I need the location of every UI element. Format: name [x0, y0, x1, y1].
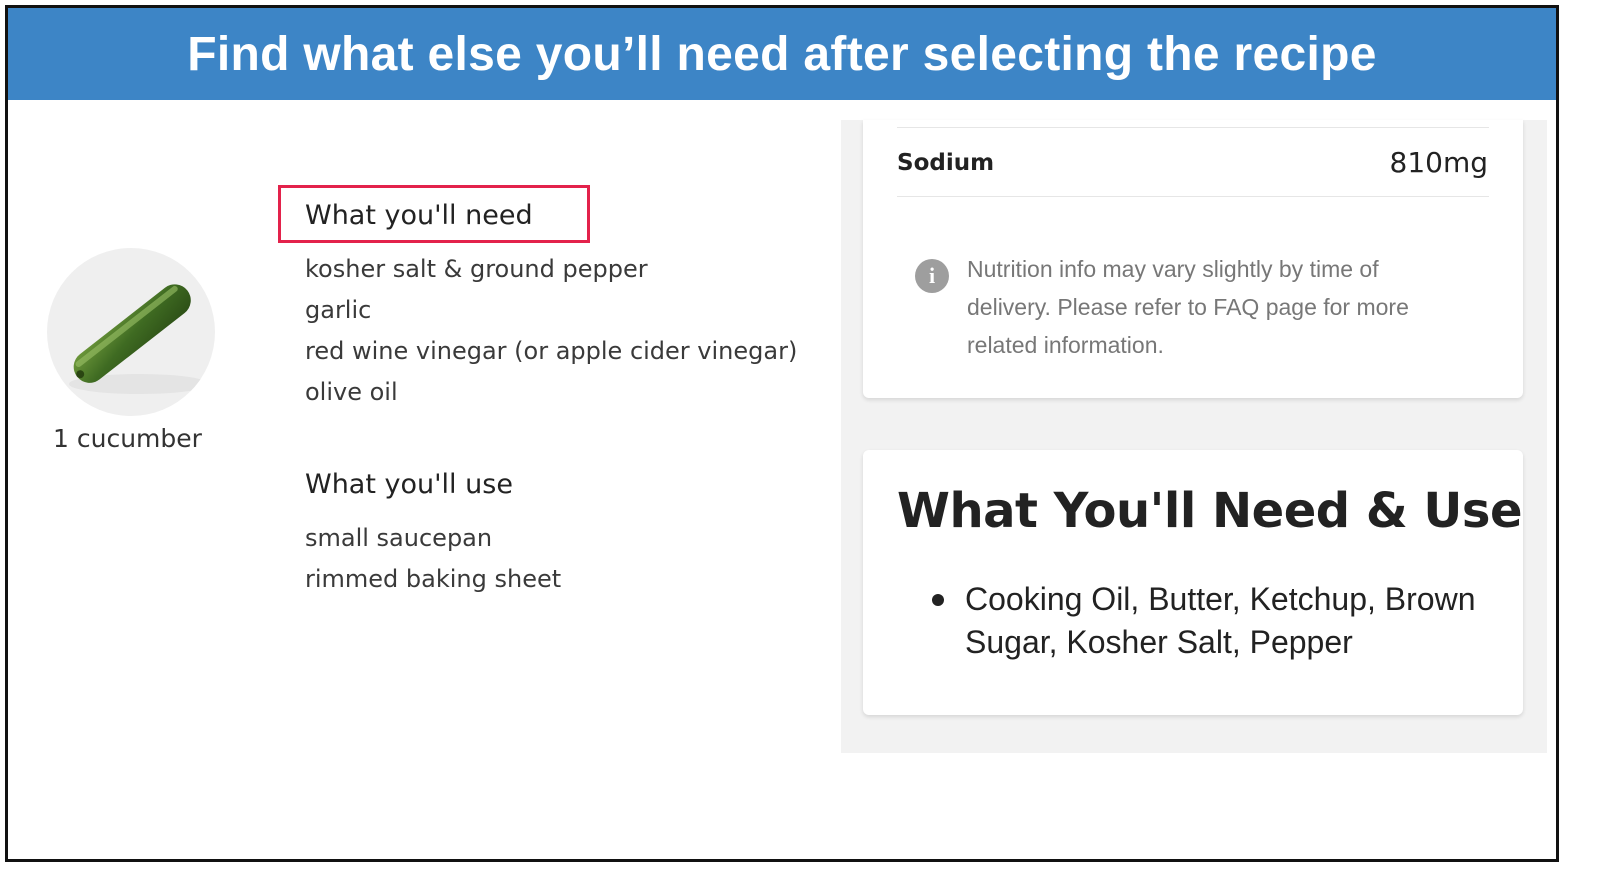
use-item: small saucepan [305, 524, 493, 552]
need-use-title: What You'll Need & Use [897, 483, 1523, 539]
sodium-label: Sodium [897, 150, 995, 176]
use-item: rimmed baking sheet [305, 565, 562, 593]
need-item: red wine vinegar (or apple cider vinegar… [305, 337, 798, 365]
cucumber-icon [69, 284, 209, 394]
banner-title: Find what else you’ll need after selecti… [8, 8, 1556, 100]
need-item: garlic [305, 296, 372, 324]
need-section-title: What you'll need [305, 200, 533, 231]
divider [897, 196, 1489, 197]
use-section-title: What you'll use [305, 469, 513, 500]
info-icon: i [915, 259, 949, 293]
nutrition-note: Nutrition info may vary slightly by time… [967, 256, 1409, 358]
cucumber-image [47, 248, 215, 416]
bullet-dot [932, 594, 944, 606]
ingredient-caption: 1 cucumber [53, 424, 202, 453]
sodium-value: 810mg [1389, 146, 1489, 179]
need-item: olive oil [305, 378, 398, 406]
divider [897, 127, 1489, 128]
need-item: kosher salt & ground pepper [305, 255, 648, 283]
need-use-item: Cooking Oil, Butter, Ketchup, Brown Suga… [965, 581, 1476, 660]
